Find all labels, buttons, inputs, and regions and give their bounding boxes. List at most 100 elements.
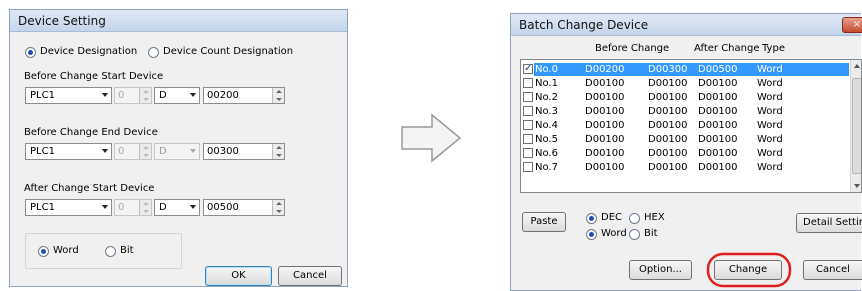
scroll-down-icon[interactable] (854, 184, 860, 188)
after-start-device-type-value: D (159, 202, 167, 213)
list-scrollbar[interactable] (850, 60, 861, 192)
cell-no: No.3 (535, 106, 558, 117)
cell-type: Word (757, 162, 783, 173)
after-start-label: After Change Start Device (24, 183, 155, 194)
row-checkbox[interactable] (523, 78, 533, 88)
row-checkbox[interactable] (523, 106, 533, 116)
word-radio-batch[interactable] (586, 229, 597, 240)
cell-after: D00100 (698, 148, 738, 159)
cell-type: Word (757, 106, 783, 117)
batch-change-title: Batch Change Device (511, 14, 861, 36)
hex-radio[interactable] (629, 213, 640, 224)
after-start-number-value: 0 (118, 202, 125, 213)
hex-label: HEX (644, 212, 665, 223)
bit-radio[interactable] (105, 246, 116, 257)
highlight-ring (706, 252, 792, 288)
table-row[interactable]: No.2 D00100 D00100 D00100 Word (521, 91, 849, 104)
after-start-plc-select[interactable]: PLC1 (25, 199, 112, 216)
cell-b2: D00100 (648, 162, 688, 173)
chevron-down-icon (102, 93, 108, 97)
before-end-plc-select[interactable]: PLC1 (25, 143, 112, 160)
table-row[interactable]: No.3 D00100 D00100 D00100 Word (521, 105, 849, 118)
paste-button[interactable]: Paste (522, 212, 566, 232)
scroll-thumb[interactable] (852, 78, 861, 174)
table-row[interactable]: No.7 D00100 D00100 D00100 Word (521, 161, 849, 174)
row-checkbox[interactable] (523, 162, 533, 172)
cancel-button-batch[interactable]: Cancel (803, 260, 862, 280)
cell-no: No.0 (535, 64, 558, 75)
cancel-button[interactable]: Cancel (278, 266, 342, 286)
before-end-number-spin: 0 (114, 143, 152, 160)
cell-b1: D00100 (585, 106, 625, 117)
dec-radio[interactable] (586, 213, 597, 224)
before-end-address-value: 00300 (207, 146, 239, 157)
device-setting-title: Device Setting (10, 10, 347, 32)
chevron-down-icon (102, 149, 108, 153)
device-list[interactable]: No.0 D00200 D00300 D00500 Word No.1 D00100 D001… (520, 59, 862, 193)
row-checkbox[interactable] (523, 134, 533, 144)
batch-change-dialog: Batch Change Device × Before Change Afte… (510, 13, 862, 291)
after-start-address-input[interactable]: 00500 (203, 199, 285, 216)
cell-b2: D00300 (648, 64, 688, 75)
header-after-change: After Change (694, 43, 760, 54)
cell-after: D00100 (698, 78, 738, 89)
cell-b1: D00100 (585, 148, 625, 159)
word-label: Word (53, 245, 79, 256)
device-count-designation-radio[interactable] (148, 47, 159, 58)
row-checkbox[interactable] (523, 92, 533, 102)
before-end-device-type-select: D (154, 143, 200, 160)
table-row[interactable]: No.1 D00100 D00100 D00100 Word (521, 77, 849, 90)
bit-label: Bit (120, 245, 134, 256)
arrow-right-icon (401, 113, 462, 163)
after-start-device-type-select[interactable]: D (154, 199, 200, 216)
device-designation-label: Device Designation (40, 46, 138, 57)
close-button[interactable]: × (842, 17, 862, 33)
after-start-address-value: 00500 (207, 202, 239, 213)
spin-arrows-icon (139, 144, 151, 159)
cell-no: No.4 (535, 120, 558, 131)
header-before-change: Before Change (595, 43, 670, 54)
before-start-plc-select[interactable]: PLC1 (25, 87, 112, 104)
cell-b2: D00100 (648, 120, 688, 131)
table-row[interactable]: No.0 D00200 D00300 D00500 Word (521, 62, 849, 76)
cell-no: No.6 (535, 148, 558, 159)
spin-arrows-icon[interactable] (272, 144, 284, 159)
cell-b1: D00100 (585, 78, 625, 89)
word-label-batch: Word (601, 228, 627, 239)
spin-arrows-icon[interactable] (272, 200, 284, 215)
device-designation-radio[interactable] (25, 47, 36, 58)
table-row[interactable]: No.5 D00100 D00100 D00100 Word (521, 133, 849, 146)
before-end-label: Before Change End Device (24, 127, 158, 138)
before-start-address-input[interactable]: 00200 (203, 87, 285, 104)
cell-b2: D00100 (648, 134, 688, 145)
row-checkbox[interactable] (523, 120, 533, 130)
word-radio[interactable] (38, 246, 49, 257)
cell-type: Word (757, 134, 783, 145)
cell-no: No.2 (535, 92, 558, 103)
scroll-up-icon[interactable] (854, 64, 860, 68)
cell-b2: D00100 (648, 148, 688, 159)
after-start-plc-value: PLC1 (30, 202, 55, 213)
cell-after: D00100 (698, 92, 738, 103)
cell-type: Word (757, 148, 783, 159)
chevron-down-icon (102, 205, 108, 209)
ok-button[interactable]: OK (205, 266, 272, 286)
before-start-device-type-value: D (159, 90, 167, 101)
bit-radio-batch[interactable] (629, 229, 640, 240)
table-row[interactable]: No.4 D00100 D00100 D00100 Word (521, 119, 849, 132)
spin-arrows-icon (139, 88, 151, 103)
detail-settings-button[interactable]: Detail Settings (796, 213, 862, 233)
row-checkbox[interactable] (523, 62, 533, 75)
bit-label-batch: Bit (644, 228, 658, 239)
before-start-device-type-select[interactable]: D (154, 87, 200, 104)
device-setting-dialog: Device Setting Device Designation Device… (9, 9, 348, 287)
cell-no: No.1 (535, 78, 558, 89)
table-row[interactable]: No.6 D00100 D00100 D00100 Word (521, 147, 849, 160)
cell-after: D00100 (698, 120, 738, 131)
option-button[interactable]: Option... (629, 260, 692, 280)
cell-after: D00100 (698, 106, 738, 117)
spin-arrows-icon[interactable] (272, 88, 284, 103)
cell-no: No.7 (535, 162, 558, 173)
row-checkbox[interactable] (523, 148, 533, 158)
before-end-address-input[interactable]: 00300 (203, 143, 285, 160)
